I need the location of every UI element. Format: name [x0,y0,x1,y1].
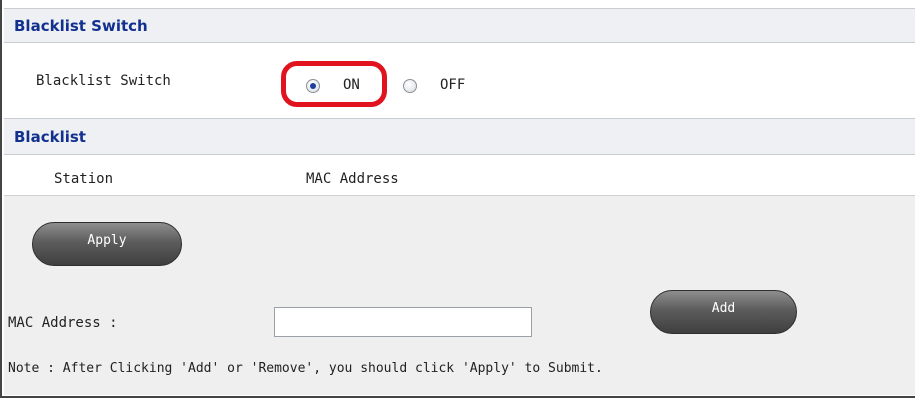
mac-address-column-header: MAC Address [306,171,399,187]
blacklist-settings-panel: Blacklist Switch Blacklist Switch ON OFF… [0,0,915,398]
apply-button[interactable]: Apply [32,222,182,266]
on-option-highlight [281,61,387,107]
mac-address-input[interactable] [274,307,532,337]
blacklist-switch-label: Blacklist Switch [36,73,171,89]
add-button[interactable]: Add [650,290,797,334]
mac-address-label: MAC Address : [8,315,118,331]
blacklist-header: Blacklist [4,118,915,155]
off-radio-label[interactable]: OFF [440,77,465,93]
apply-note: Note : After Clicking 'Add' or 'Remove',… [8,361,603,376]
on-radio-button[interactable] [306,79,320,93]
station-column-header: Station [54,171,114,187]
blacklist-switch-header: Blacklist Switch [4,8,915,43]
off-radio-button[interactable] [403,79,417,93]
on-radio-label[interactable]: ON [343,77,360,93]
